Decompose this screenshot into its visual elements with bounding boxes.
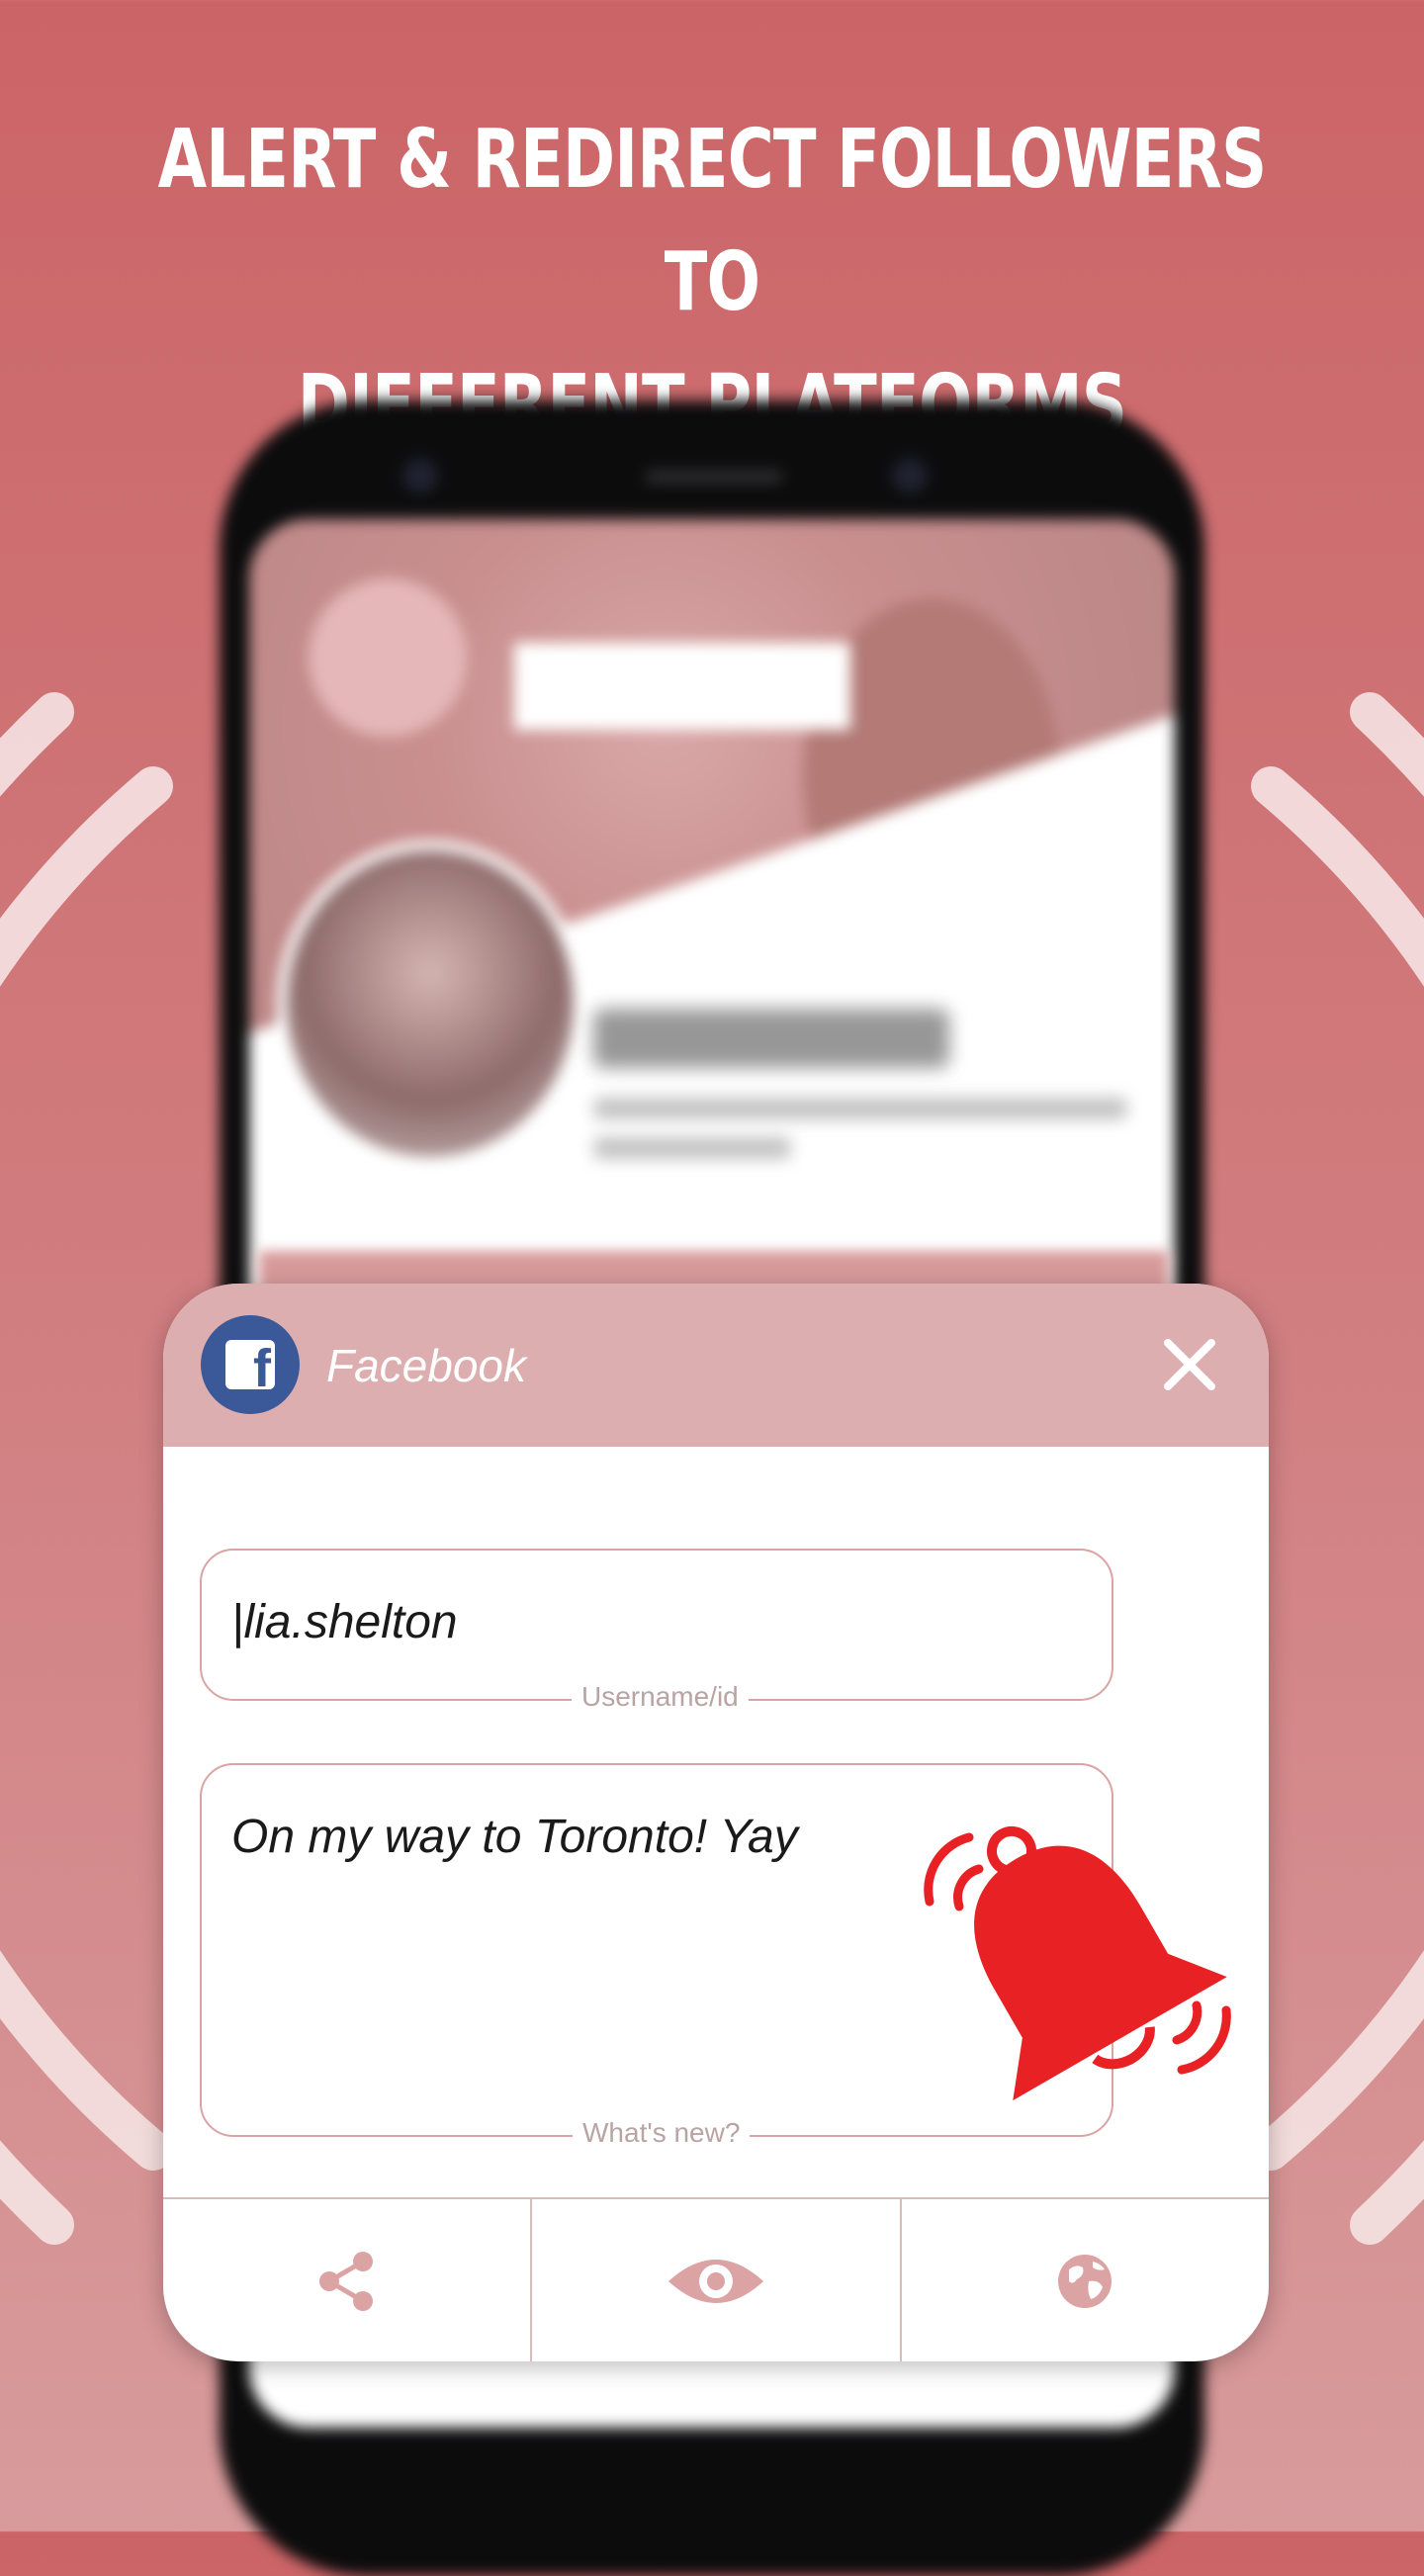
blurred-follow-button	[514, 643, 850, 730]
blurred-profile-name	[593, 1009, 949, 1068]
popup-actions	[163, 2197, 1269, 2361]
bell-icon	[924, 1825, 1231, 2101]
popup-header: f Facebook	[163, 1284, 1269, 1447]
globe-icon	[1058, 2255, 1112, 2308]
status-label: What's new?	[573, 2117, 751, 2149]
wave-left-inner	[0, 766, 173, 2171]
view-button[interactable]	[532, 2199, 902, 2361]
username-value: |lia.shelton	[231, 1596, 458, 1648]
status-value: On my way to Toronto! Yay	[231, 1811, 798, 1863]
web-button[interactable]	[902, 2199, 1269, 2361]
close-icon[interactable]	[1150, 1325, 1229, 1404]
blurred-avatar	[277, 841, 583, 1167]
eye-icon	[668, 2260, 763, 2303]
facebook-icon: f	[201, 1315, 300, 1414]
username-input[interactable]: |lia.shelton	[200, 1549, 1113, 1701]
phone-camera	[402, 458, 438, 493]
share-icon	[318, 2252, 373, 2311]
phone-sensor	[892, 458, 928, 493]
username-label: Username/id	[572, 1681, 749, 1713]
share-button[interactable]	[163, 2199, 533, 2361]
blurred-bio-line	[593, 1137, 791, 1159]
platform-name: Facebook	[326, 1340, 527, 1391]
platform-popup: f Facebook |lia.shelton Username/id On m…	[163, 1284, 1269, 2361]
wave-right-inner	[1251, 766, 1424, 2171]
blurred-bio-line	[593, 1098, 1127, 1119]
phone-speaker	[645, 470, 783, 484]
